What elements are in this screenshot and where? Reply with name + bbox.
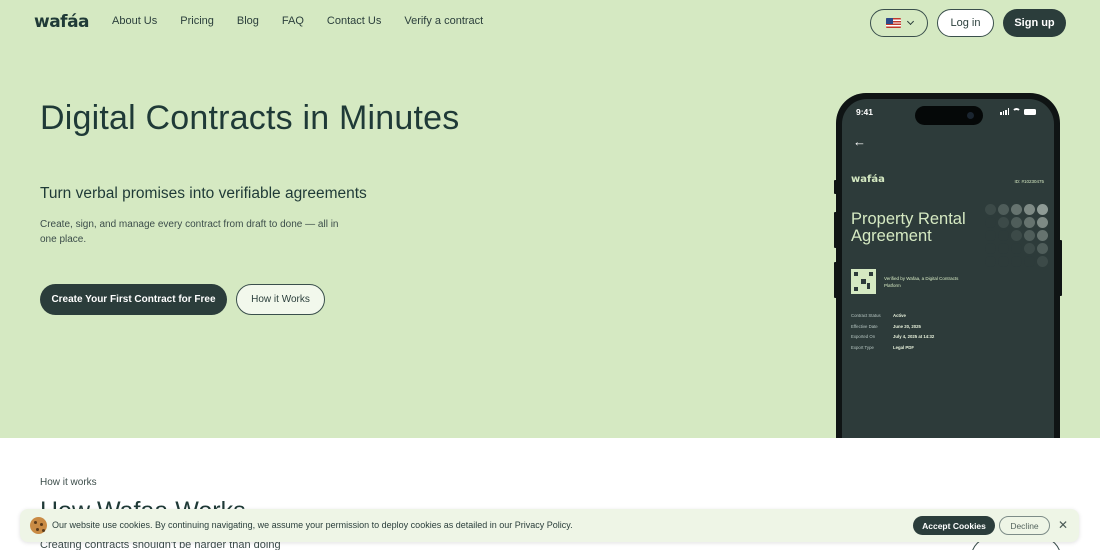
hero-section: wafáa About Us Pricing Blog FAQ Contact … <box>0 0 1100 438</box>
wifi-icon <box>1012 108 1021 115</box>
nav-about-us[interactable]: About Us <box>112 15 157 27</box>
decline-cookies-button[interactable]: Decline <box>999 516 1050 535</box>
meta-value: July 4, 2025 at 14:32 <box>893 334 935 339</box>
status-icons <box>1000 108 1036 115</box>
cookie-icon <box>30 517 47 534</box>
meta-row: Effective Date June 20, 2025 <box>851 324 934 335</box>
phone-side-button <box>834 180 837 194</box>
back-arrow-icon: ← <box>853 134 866 149</box>
meta-key: Export Type <box>851 344 874 350</box>
contract-meta: Contract Status Active Effective Date June… <box>851 313 934 355</box>
close-icon[interactable]: ✕ <box>1056 518 1070 532</box>
meta-value: June 20, 2025 <box>893 323 921 329</box>
dynamic-island <box>915 106 983 125</box>
chevron-down-icon <box>906 17 914 26</box>
login-button[interactable]: Log in <box>937 9 994 37</box>
document-title: Property Rental Agreement <box>851 210 966 245</box>
how-it-works-button[interactable]: How it Works <box>236 284 325 315</box>
phone-side-button <box>1059 240 1062 296</box>
cookie-banner: Our website use cookies. By continuing n… <box>20 509 1079 542</box>
hero-title: Digital Contracts in Minutes <box>40 99 460 137</box>
phone-time: 9:41 <box>856 107 874 117</box>
hero-subtitle: Turn verbal promises into verifiable agr… <box>40 185 367 202</box>
accept-cookies-button[interactable]: Accept Cookies <box>913 516 995 535</box>
nav-blog[interactable]: Blog <box>237 15 259 27</box>
language-selector[interactable] <box>870 9 928 37</box>
how-it-works-label: How it works <box>40 477 97 488</box>
meta-row: Export Type Legal PDF <box>851 345 934 356</box>
signal-icon <box>1000 108 1009 115</box>
meta-key: Exported On <box>851 334 876 339</box>
phone-side-button <box>834 212 837 248</box>
decorative-dots <box>985 204 1048 267</box>
verified-text: Verified by Wafaa, a Digital Contracts P… <box>884 276 959 288</box>
main-nav: About Us Pricing Blog FAQ Contact Us Ver… <box>112 15 506 27</box>
cookie-text: Our website use cookies. By continuing n… <box>52 520 573 530</box>
phone-mockup: 9:41 ← wafáa ID: #10230475 Property Rent… <box>836 93 1060 438</box>
hero-description: Create, sign, and manage every contract … <box>40 219 339 245</box>
create-contract-button[interactable]: Create Your First Contract for Free <box>40 284 227 315</box>
nav-verify-contract[interactable]: Verify a contract <box>404 15 483 27</box>
nav-faq[interactable]: FAQ <box>282 15 304 27</box>
nav-pricing[interactable]: Pricing <box>180 15 214 27</box>
wafaa-logo[interactable]: wafáa <box>34 12 90 32</box>
contract-id: ID: #10230475 <box>1014 179 1044 184</box>
meta-value: Active <box>893 313 906 318</box>
meta-row: Contract Status Active <box>851 313 934 324</box>
meta-row: Exported On July 4, 2025 at 14:32 <box>851 334 934 345</box>
phone-logo: wafáa <box>851 174 885 185</box>
nav-contact-us[interactable]: Contact Us <box>327 15 381 27</box>
signup-button[interactable]: Sign up <box>1003 9 1066 37</box>
meta-key: Contract Status <box>851 313 881 318</box>
phone-side-button <box>834 262 837 298</box>
meta-key: Effective Date <box>851 323 878 329</box>
battery-icon <box>1024 108 1036 115</box>
phone-screen: 9:41 ← wafáa ID: #10230475 Property Rent… <box>842 99 1054 438</box>
meta-value: Legal PDF <box>893 344 915 350</box>
qr-code-icon <box>851 269 876 294</box>
us-flag-icon <box>885 18 901 28</box>
